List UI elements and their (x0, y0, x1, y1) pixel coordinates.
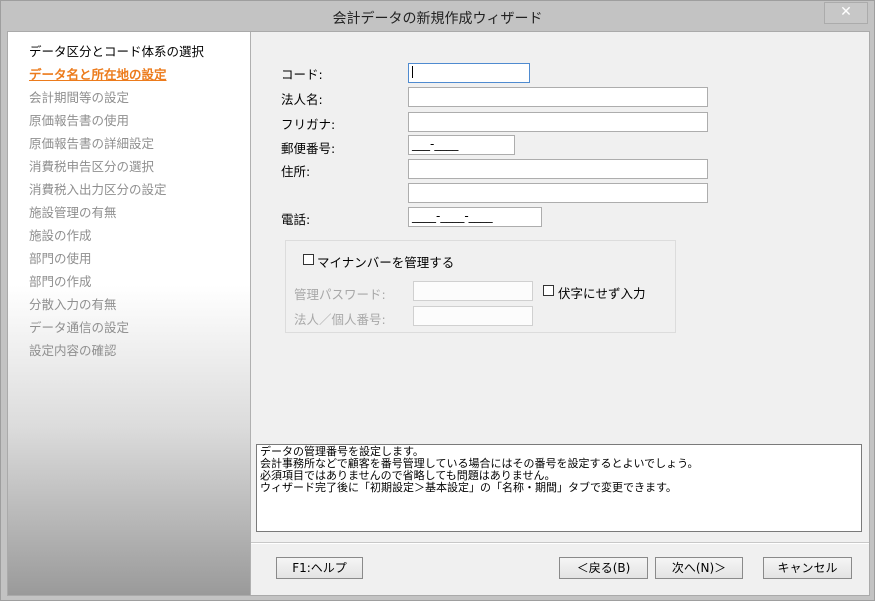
help-button[interactable]: F1:ヘルプ (276, 557, 363, 579)
furigana-input[interactable] (408, 112, 708, 132)
description-line: ウィザード完了後に「初期設定＞基本設定」の「名称・期間」タブで変更できます。 (260, 481, 677, 494)
step-item: 施設管理の有無 (29, 205, 117, 220)
step-item: データ通信の設定 (29, 320, 130, 335)
step-item: 会計期間等の設定 (29, 90, 130, 105)
company-name-label: 法人名: (281, 92, 323, 107)
code-input[interactable] (408, 63, 530, 83)
phone-input[interactable]: ____-____-____ (408, 207, 542, 227)
step-item: 分散入力の有無 (29, 297, 117, 312)
step-item-current: データ名と所在地の設定 (29, 67, 167, 82)
corp-number-label: 法人／個人番号: (294, 312, 386, 327)
postal-code-label: 郵便番号: (281, 141, 336, 156)
wizard-body: データ区分とコード体系の選択 データ名と所在地の設定 会計期間等の設定 原価報告… (7, 31, 870, 596)
button-separator (251, 542, 869, 544)
text-caret (412, 66, 413, 78)
mask-checkbox-label: 伏字にせず入力 (558, 286, 646, 301)
step-item: 部門の使用 (29, 251, 92, 266)
company-name-input[interactable] (408, 87, 708, 107)
mask-checkbox[interactable] (543, 285, 554, 296)
corp-number-input[interactable] (413, 306, 533, 326)
title-bar: 会計データの新規作成ウィザード ✕ (1, 1, 874, 31)
step-item: データ区分とコード体系の選択 (29, 44, 205, 59)
window-title: 会計データの新規作成ウィザード (332, 11, 543, 27)
back-button[interactable]: ＜戻る(B) (559, 557, 648, 579)
password-label: 管理パスワード: (294, 287, 386, 302)
mynumber-group: マイナンバーを管理する 管理パスワード: 伏字にせず入力 法人／個人番号: (285, 240, 676, 333)
password-input[interactable] (413, 281, 533, 301)
wizard-window: 会計データの新規作成ウィザード ✕ データ区分とコード体系の選択 データ名と所在… (0, 0, 875, 601)
mynumber-checkbox[interactable] (303, 254, 314, 265)
cancel-button[interactable]: キャンセル (763, 557, 852, 579)
step-item: 原価報告書の詳細設定 (29, 136, 155, 151)
furigana-label: フリガナ: (281, 117, 336, 132)
step-item: 消費税申告区分の選択 (29, 159, 155, 174)
code-label: コード: (281, 67, 323, 82)
postal-code-input[interactable]: ___-____ (408, 135, 515, 155)
close-button[interactable]: ✕ (824, 2, 868, 24)
address-label: 住所: (281, 164, 311, 179)
phone-label: 電話: (281, 212, 311, 227)
step-item: 原価報告書の使用 (29, 113, 130, 128)
close-icon: ✕ (840, 4, 852, 20)
step-item: 施設の作成 (29, 228, 92, 243)
mynumber-checkbox-label: マイナンバーを管理する (317, 255, 455, 270)
address-line2-input[interactable] (408, 183, 708, 203)
address-line1-input[interactable] (408, 159, 708, 179)
step-item: 設定内容の確認 (29, 343, 117, 358)
description-box: データの管理番号を設定します。 会計事務所などで顧客を番号管理している場合にはそ… (256, 444, 862, 532)
steps-sidebar: データ区分とコード体系の選択 データ名と所在地の設定 会計期間等の設定 原価報告… (8, 32, 251, 595)
step-item: 消費税入出力区分の設定 (29, 182, 167, 197)
step-item: 部門の作成 (29, 274, 92, 289)
next-button[interactable]: 次へ(N)＞ (655, 557, 743, 579)
